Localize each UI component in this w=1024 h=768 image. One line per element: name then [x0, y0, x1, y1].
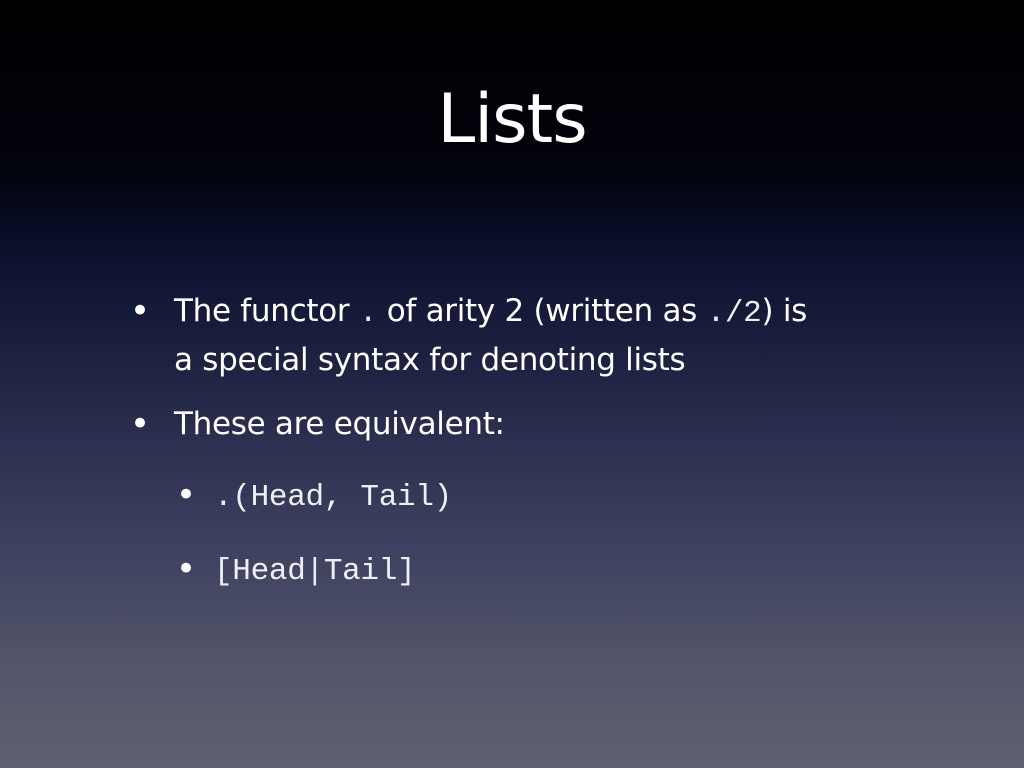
- code-bracket-notation: [Head|Tail]: [214, 554, 416, 589]
- bullet-list: • The functor . of arity 2 (written as .…: [128, 288, 928, 595]
- bullet-item-functor: • The functor . of arity 2 (written as .…: [128, 288, 928, 383]
- bullet-dot-icon: •: [130, 291, 150, 331]
- bullet-text-part: of arity 2 (written as: [377, 293, 707, 329]
- sub-bullet-item-dot-notation: • .(Head, Tail): [128, 472, 928, 521]
- sub-bullet-item-bracket-notation: • [Head|Tail]: [128, 546, 928, 595]
- bullet-text-continuation: a special syntax for denoting lists: [174, 342, 686, 378]
- code-functor-arity: ./2: [706, 296, 762, 331]
- bullet-text: These are equivalent:: [174, 406, 505, 442]
- bullet-dot-icon: •: [176, 549, 196, 589]
- slide-title: Lists: [437, 80, 587, 159]
- slide: Lists • The functor . of arity 2 (writte…: [0, 0, 1024, 768]
- bullet-text-part: The functor: [174, 293, 359, 329]
- bullet-dot-icon: •: [130, 404, 150, 444]
- bullet-item-equivalent: • These are equivalent:: [128, 401, 928, 447]
- bullet-dot-icon: •: [176, 475, 196, 515]
- bullet-text-part: ) is: [761, 293, 808, 329]
- code-functor-dot: .: [358, 296, 378, 331]
- code-dot-notation: .(Head, Tail): [214, 480, 452, 515]
